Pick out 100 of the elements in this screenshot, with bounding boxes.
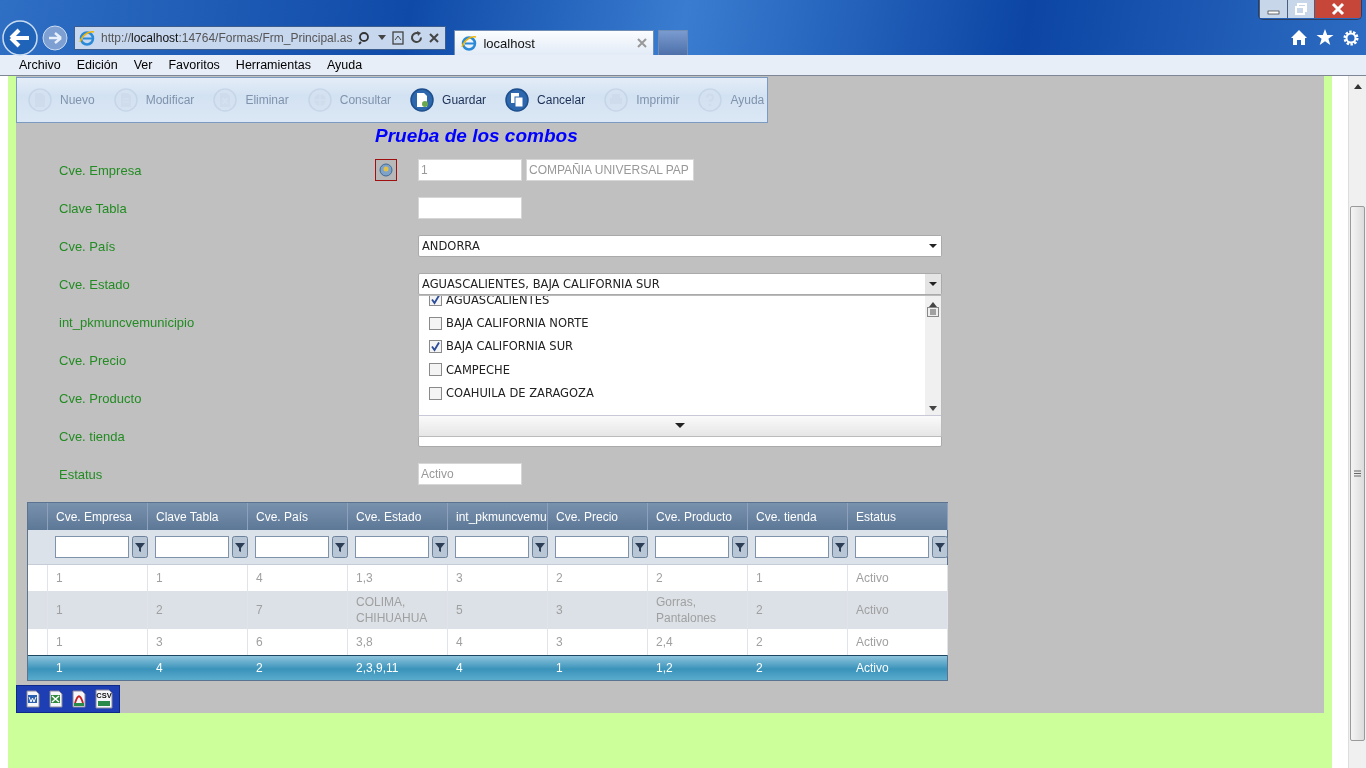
copy-icon bbox=[505, 88, 530, 113]
document-icon bbox=[28, 88, 52, 113]
table-cell: 4 bbox=[456, 634, 463, 651]
filter-button[interactable] bbox=[432, 536, 448, 559]
table-cell: 2 bbox=[256, 660, 263, 677]
checkbox[interactable] bbox=[429, 316, 442, 330]
filter-field[interactable] bbox=[755, 536, 829, 559]
filter-button[interactable] bbox=[532, 536, 548, 559]
checkbox-option[interactable]: BAJA CALIFORNIA NORTE bbox=[419, 311, 925, 335]
pdf-document-icon[interactable] bbox=[71, 690, 87, 709]
toolbar-button[interactable]: Guardar bbox=[401, 85, 497, 116]
filter-field[interactable] bbox=[155, 536, 229, 559]
field-label: int_pkmuncvemunicipio bbox=[59, 314, 195, 330]
dropdown-field[interactable]: AGUASCALIENTES, BAJA CALIFORNIA SUR bbox=[418, 273, 942, 296]
filter-button[interactable] bbox=[832, 536, 848, 559]
caret-icon[interactable] bbox=[675, 423, 685, 430]
filter-field[interactable] bbox=[255, 536, 329, 559]
delete-document-icon bbox=[213, 88, 238, 113]
form-title: Prueba de los combos bbox=[375, 125, 579, 149]
table-cell: Activo bbox=[856, 660, 889, 677]
table-cell: 2 bbox=[556, 570, 563, 587]
scroll-up-icon[interactable] bbox=[1353, 84, 1362, 89]
globe-icon bbox=[307, 88, 332, 113]
browser-logo-icon bbox=[79, 29, 95, 46]
table-cell: 6 bbox=[256, 634, 263, 651]
menu-item[interactable]: Ver bbox=[125, 58, 161, 72]
table-cell: 2 bbox=[156, 602, 163, 619]
table-cell: 5 bbox=[456, 602, 463, 619]
refresh-icon[interactable] bbox=[410, 31, 424, 44]
help-icon bbox=[698, 88, 723, 113]
dropdown-arrow-icon bbox=[929, 244, 937, 249]
spreadsheet-icon[interactable] bbox=[48, 690, 64, 709]
filter-button[interactable] bbox=[332, 536, 348, 559]
menu-item[interactable]: Ayuda bbox=[318, 58, 371, 72]
checkbox-option[interactable]: BAJA CALIFORNIA SUR bbox=[419, 334, 925, 359]
table-cell: 3,8 bbox=[356, 634, 373, 651]
table-row[interactable]: 1 2 7 COLIMA, CHIHUAHUA 5 3 Gorras, Pantalones 2 Activo bbox=[28, 591, 947, 630]
scroll-down-icon[interactable] bbox=[929, 406, 937, 412]
filter-field[interactable] bbox=[855, 536, 929, 559]
compatibility-icon[interactable] bbox=[392, 30, 405, 45]
scrollbar[interactable] bbox=[1348, 76, 1366, 768]
filter-button[interactable] bbox=[732, 536, 748, 559]
filter-button[interactable] bbox=[632, 536, 648, 559]
save-document-icon bbox=[410, 88, 435, 113]
table-row[interactable]: 1 4 2 2,3,9,11 4 1 1,2 2 Activo bbox=[28, 655, 947, 681]
checkbox[interactable] bbox=[429, 363, 442, 377]
menu-item[interactable]: Herramientas bbox=[227, 58, 319, 72]
back-button[interactable] bbox=[2, 19, 38, 56]
filter-field[interactable] bbox=[655, 536, 729, 559]
table-cell-text: COLIMA, CHIHUAHUA bbox=[356, 594, 429, 627]
filter-button[interactable] bbox=[132, 536, 148, 559]
home-icon[interactable] bbox=[1290, 28, 1308, 46]
checkbox-option[interactable]: COAHUILA DE ZARAGOZA bbox=[419, 381, 925, 405]
table-row[interactable]: 1 3 6 3,8 4 3 2,4 2 Activo bbox=[28, 629, 947, 656]
checkbox[interactable] bbox=[429, 386, 442, 400]
filter-button[interactable] bbox=[232, 536, 248, 559]
table-cell: 3 bbox=[156, 634, 163, 651]
table-cell: 1 bbox=[56, 602, 63, 619]
table-cell: 2 bbox=[756, 634, 763, 651]
checkbox-option[interactable]: CAMPECHE bbox=[419, 358, 925, 382]
address-bar[interactable]: http://localhost:14764/Formas/Frm_Principal.as bbox=[74, 25, 447, 50]
menu-item[interactable]: Edición bbox=[68, 58, 126, 72]
browser-tab[interactable]: localhost bbox=[454, 30, 655, 55]
checkbox-option[interactable]: AGUASCALIENTES bbox=[419, 296, 925, 312]
table-cell: 1,2 bbox=[656, 660, 673, 677]
text-field[interactable] bbox=[418, 197, 522, 220]
close-icon[interactable] bbox=[429, 32, 440, 43]
table-cell: 2,4 bbox=[656, 634, 673, 651]
settings-icon[interactable] bbox=[1342, 28, 1360, 47]
filter-field[interactable] bbox=[555, 536, 629, 559]
dropdown-field[interactable]: ANDORRA bbox=[418, 235, 942, 258]
globe-icon bbox=[379, 163, 393, 178]
scroll-thumb-icon[interactable] bbox=[927, 307, 939, 318]
table-cell: 1 bbox=[56, 570, 63, 587]
toolbar-button[interactable]: Cancelar bbox=[496, 85, 596, 116]
filter-button[interactable] bbox=[932, 536, 948, 559]
forward-button[interactable] bbox=[42, 24, 68, 51]
filter-field[interactable] bbox=[455, 536, 529, 559]
close-button[interactable] bbox=[1314, 0, 1361, 18]
table-cell: Activo bbox=[856, 570, 889, 587]
dropdown-arrow-icon[interactable] bbox=[378, 34, 387, 41]
table-cell: 1,3 bbox=[356, 570, 373, 587]
table-cell: 1 bbox=[556, 660, 563, 677]
checkbox[interactable] bbox=[429, 296, 442, 307]
star-icon[interactable] bbox=[1316, 28, 1334, 46]
field-label: Cve. Producto bbox=[59, 390, 142, 406]
filter-field[interactable] bbox=[355, 536, 429, 559]
restore-button[interactable] bbox=[1287, 0, 1314, 18]
word-document-icon[interactable] bbox=[25, 690, 41, 709]
lookup-button[interactable] bbox=[375, 159, 397, 182]
table-row[interactable]: 1 1 4 1,3 3 2 2 1 Activo bbox=[28, 565, 947, 592]
field-label: Cve. País bbox=[59, 238, 116, 254]
table-cell: 3 bbox=[556, 634, 563, 651]
menu-item[interactable]: Archivo bbox=[11, 58, 69, 72]
grip-icon[interactable] bbox=[1354, 470, 1361, 477]
menu-item[interactable]: Favoritos bbox=[160, 58, 228, 72]
checkbox[interactable] bbox=[429, 339, 442, 353]
table-cell: 3 bbox=[556, 602, 563, 619]
filter-field[interactable] bbox=[55, 536, 129, 559]
minimize-button[interactable] bbox=[1259, 0, 1287, 18]
